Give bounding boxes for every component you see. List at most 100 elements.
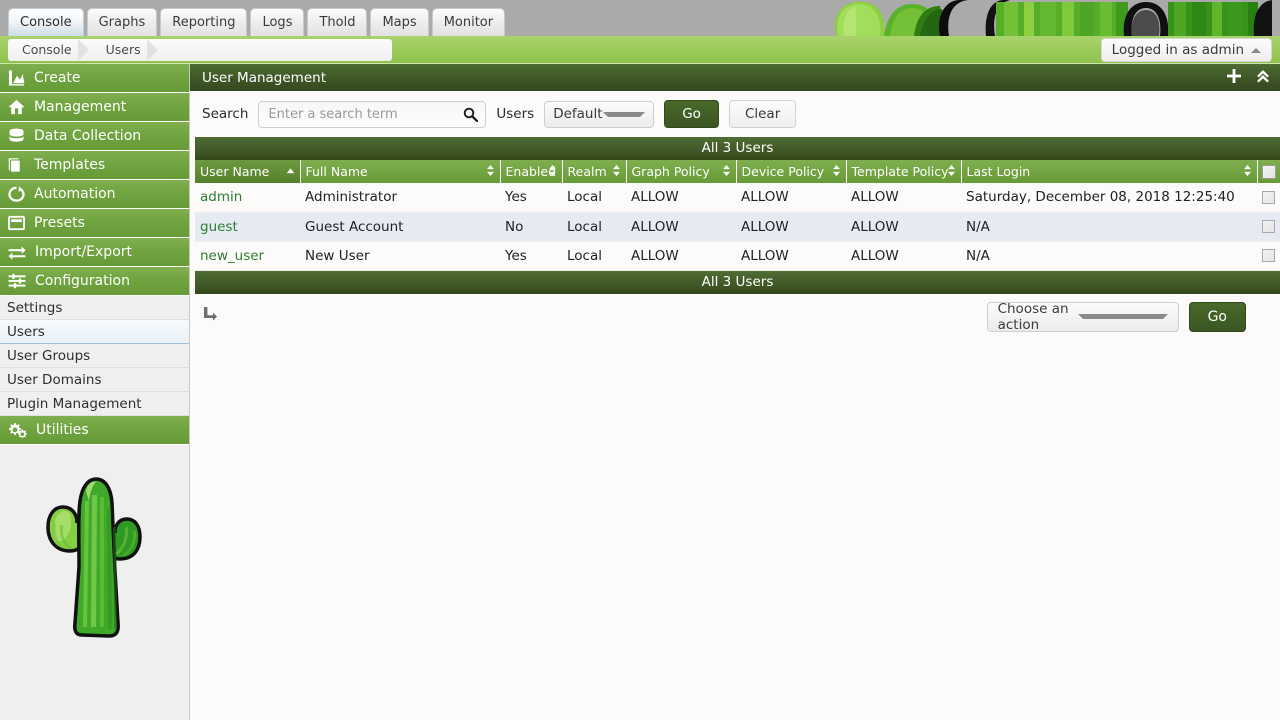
cell-template-policy: ALLOW — [846, 212, 961, 242]
caret-up-icon — [1251, 47, 1261, 53]
cell-enabled: Yes — [500, 183, 562, 213]
breadcrumb: Console Users — [8, 39, 392, 61]
tab-logs[interactable]: Logs — [250, 8, 305, 36]
cell-user-name: guest — [195, 212, 300, 242]
tab-maps[interactable]: Maps — [370, 8, 429, 36]
column-header-enabled[interactable]: Enabled — [500, 160, 563, 183]
cell-graph-policy: ALLOW — [626, 183, 736, 213]
tab-graphs[interactable]: Graphs — [86, 8, 158, 36]
column-header-full-name[interactable]: Full Name — [300, 160, 501, 183]
plus-icon[interactable] — [1227, 68, 1241, 87]
double-chevron-up-icon[interactable] — [1256, 69, 1270, 87]
column-header-last-login[interactable]: Last Login — [961, 160, 1258, 183]
cell-graph-policy: ALLOW — [626, 241, 736, 271]
cell-realm: Local — [562, 241, 626, 271]
user-link[interactable]: new_user — [200, 248, 264, 264]
column-header-label: Device Policy — [741, 164, 825, 179]
sidebar-item-label: Configuration — [35, 273, 130, 289]
account-label: Logged in as admin — [1111, 42, 1244, 58]
sidebar-subitem-user-groups[interactable]: User Groups — [0, 344, 189, 368]
sidebar-item-label: Automation — [34, 186, 116, 202]
search-input[interactable] — [259, 101, 486, 127]
user-link[interactable]: admin — [200, 189, 242, 205]
column-header-label: User Name — [200, 164, 270, 179]
sidebar-item-presets[interactable]: Presets — [0, 209, 189, 238]
cell-realm: Local — [562, 183, 626, 213]
footer-action-row: Choose an action Go — [190, 294, 1280, 348]
cell-enabled: Yes — [500, 241, 562, 271]
table-row[interactable]: guest Guest Account No Local ALLOW ALLOW… — [195, 212, 1280, 242]
row-checkbox[interactable] — [1262, 220, 1275, 233]
sidebar-item-configuration[interactable]: Configuration — [0, 267, 189, 296]
table-row[interactable]: new_user New User Yes Local ALLOW ALLOW … — [195, 241, 1280, 271]
automation-icon — [8, 186, 25, 202]
sidebar-item-label: Import/Export — [35, 244, 133, 260]
tab-reporting[interactable]: Reporting — [160, 8, 248, 36]
sidebar-item-utilities[interactable]: Utilities — [0, 416, 189, 445]
bulk-action-value: Choose an action — [997, 300, 1069, 333]
breadcrumb-item-users[interactable]: Users — [92, 39, 147, 61]
breadcrumb-bar: Console Users Logged in as admin — [0, 36, 1280, 64]
bulk-action-go-button[interactable]: Go — [1188, 301, 1246, 332]
sidebar-item-management[interactable]: Management — [0, 93, 189, 122]
column-header-user-name[interactable]: User Name — [195, 160, 301, 183]
breadcrumb-separator-icon — [146, 39, 161, 61]
create-icon — [8, 70, 25, 86]
users-table: User Name Full Name Enabled Realm Graph … — [195, 160, 1280, 271]
sidebar-subitem-users[interactable]: Users — [0, 320, 189, 344]
sidebar-subitem-settings[interactable]: Settings — [0, 296, 189, 320]
column-header-label: Graph Policy — [631, 164, 710, 179]
sidebar-item-label: Presets — [34, 215, 85, 231]
import-export-icon — [8, 244, 26, 260]
table-row[interactable]: admin Administrator Yes Local ALLOW ALLO… — [195, 183, 1280, 213]
user-filter-value: Default — [553, 106, 603, 122]
column-header-device-policy[interactable]: Device Policy — [736, 160, 847, 183]
column-header-template-policy[interactable]: Template Policy — [846, 160, 962, 183]
bulk-action-select[interactable]: Choose an action — [986, 300, 1179, 333]
header-cactus-banner — [828, 0, 1280, 36]
search-label: Search — [202, 106, 249, 122]
sidebar-item-import-export[interactable]: Import/Export — [0, 238, 189, 267]
select-all-checkbox[interactable] — [1261, 165, 1276, 180]
account-menu-button[interactable]: Logged in as admin — [1100, 38, 1272, 62]
cell-last-login: Saturday, December 08, 2018 12:25:40 — [961, 183, 1257, 213]
search-clear-button[interactable]: Clear — [728, 100, 797, 128]
cell-graph-policy: ALLOW — [626, 212, 736, 242]
sliders-icon — [8, 273, 26, 289]
sidebar-item-data-collection[interactable]: Data Collection — [0, 122, 189, 151]
cell-user-name: new_user — [195, 241, 300, 271]
cell-device-policy: ALLOW — [736, 183, 846, 213]
tab-monitor[interactable]: Monitor — [431, 8, 506, 36]
column-header-realm[interactable]: Realm — [562, 160, 627, 183]
search-icon[interactable] — [463, 107, 479, 126]
sidebar-subitem-plugin-management[interactable]: Plugin Management — [0, 392, 189, 416]
row-checkbox[interactable] — [1262, 249, 1275, 262]
main-content: User Management Search Enter a search te… — [190, 64, 1280, 720]
sidebar-subitem-user-domains[interactable]: User Domains — [0, 368, 189, 392]
tab-console[interactable]: Console — [8, 8, 84, 36]
column-header-label: Last Login — [966, 164, 1031, 179]
cell-last-login: N/A — [961, 241, 1257, 271]
sort-toggle-icon — [1243, 164, 1252, 179]
sort-toggle-icon — [612, 164, 621, 179]
column-header-graph-policy[interactable]: Graph Policy — [626, 160, 737, 183]
column-header-select-all[interactable] — [1257, 160, 1280, 183]
chevron-down-icon — [602, 111, 646, 117]
search-go-button[interactable]: Go — [664, 100, 719, 128]
breadcrumb-item-console[interactable]: Console — [8, 39, 78, 61]
record-count-bottom: All 3 Users — [195, 270, 1280, 294]
user-link[interactable]: guest — [200, 219, 238, 235]
tab-thold[interactable]: Thold — [307, 8, 368, 36]
cell-row-select — [1257, 212, 1280, 242]
column-header-label: Template Policy — [851, 164, 949, 179]
user-filter-select[interactable]: Default — [544, 100, 655, 128]
sidebar-item-create[interactable]: Create — [0, 64, 189, 93]
sidebar-item-templates[interactable]: Templates — [0, 151, 189, 180]
subaction-arrow-icon — [203, 306, 217, 326]
row-checkbox[interactable] — [1262, 190, 1275, 204]
cell-template-policy: ALLOW — [846, 241, 961, 271]
presets-icon — [8, 215, 25, 231]
sidebar-item-automation[interactable]: Automation — [0, 180, 189, 209]
cell-enabled: No — [500, 212, 562, 242]
cell-full-name: New User — [300, 241, 500, 271]
